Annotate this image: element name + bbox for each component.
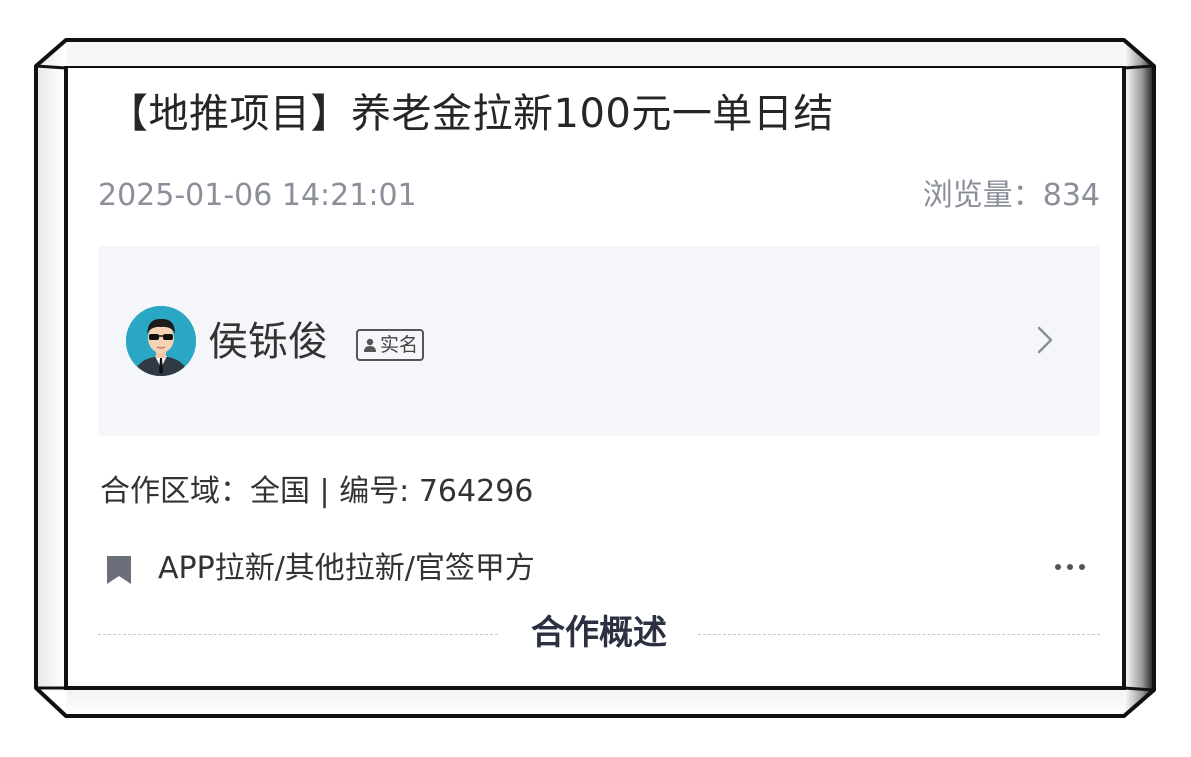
id-value: 764296	[418, 474, 534, 509]
person-avatar-icon	[126, 306, 196, 376]
post-title: 【地推项目】养老金拉新100元一单日结	[108, 91, 834, 137]
publisher-name[interactable]: 侯铄俊	[208, 316, 328, 368]
region-value: 全国	[250, 474, 310, 509]
chevron-right-icon[interactable]	[1028, 324, 1060, 356]
cooperation-info: 合作区域：全国 | 编号: 764296	[100, 472, 533, 512]
post-date: 2025-01-06 14:21:01	[98, 178, 417, 213]
section-title: 合作概述	[531, 613, 667, 653]
category-tags: APP拉新/其他拉新/官签甲方	[104, 546, 1100, 592]
more-dots-icon[interactable]	[1052, 552, 1088, 582]
divider-line-right	[698, 634, 1100, 635]
view-count-value: 834	[1042, 178, 1100, 213]
person-icon	[364, 338, 376, 352]
id-label: 编号:	[339, 474, 419, 509]
view-count-label: 浏览量：	[922, 178, 1043, 213]
region-label: 合作区域：	[100, 474, 250, 509]
post-card: 【地推项目】养老金拉新100元一单日结 2025-01-06 14:21:01 …	[68, 68, 1122, 686]
bookmark-icon	[107, 556, 131, 584]
publisher-card[interactable]: 侯铄俊 实名	[98, 246, 1100, 436]
section-divider: 合作概述	[98, 608, 1100, 658]
view-count: 浏览量：834	[923, 176, 1100, 216]
tag-list: APP拉新/其他拉新/官签甲方	[158, 551, 535, 586]
verified-badge: 实名	[356, 329, 425, 361]
post-meta: 2025-01-06 14:21:01 浏览量：834	[98, 176, 1100, 216]
publisher-avatar[interactable]	[126, 306, 196, 376]
info-separator: |	[310, 474, 340, 509]
verified-label: 实名	[380, 334, 419, 356]
